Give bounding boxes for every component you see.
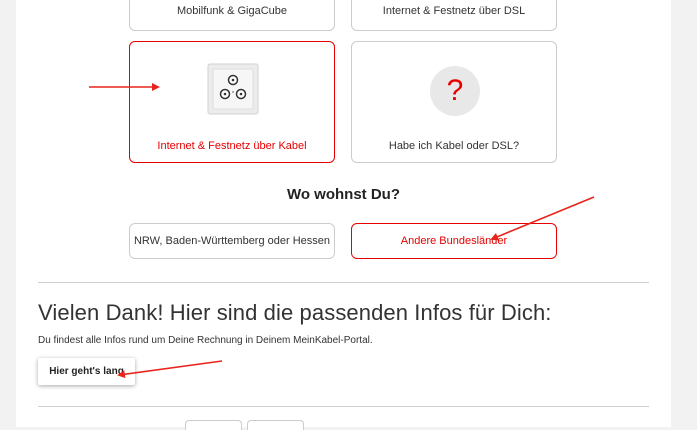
option-mobilfunk-gigacube[interactable]: Mobilfunk & GigaCube [129,0,335,31]
option-label: Habe ich Kabel oder DSL? [388,140,520,152]
region-option-nrw-bw-hessen[interactable]: NRW, Baden-Württemberg oder Hessen [129,223,335,259]
option-label: Andere Bundesländer [400,235,508,247]
option-internet-kabel[interactable]: Internet & Festnetz über Kabel [129,41,335,163]
region-option-andere-bundeslaender[interactable]: Andere Bundesländer [351,223,557,259]
region-heading: Wo wohnst Du? [286,186,401,203]
option-kabel-oder-dsl[interactable]: ? Habe ich Kabel oder DSL? [351,41,557,163]
result-description: Du findest alle Infos rund um Deine Rech… [38,335,373,346]
divider [38,406,649,407]
cable-socket-icon [207,63,259,115]
question-icon: ? [430,66,480,116]
partial-tab[interactable] [247,420,304,430]
option-label: Internet & Festnetz über Kabel [157,140,307,152]
result-title: Vielen Dank! Hier sind die passenden Inf… [38,300,552,325]
option-label: Internet & Festnetz über DSL [382,4,526,17]
hier-gehts-lang-button[interactable]: Hier geht's lang [38,358,135,385]
page-content: Mobilfunk & GigaCube Internet & Festnetz… [16,0,671,430]
option-internet-dsl[interactable]: Internet & Festnetz über DSL [351,0,557,31]
partial-tab[interactable] [185,420,242,430]
divider [38,282,649,283]
option-label: Mobilfunk & GigaCube [176,4,288,17]
option-label: NRW, Baden-Württemberg oder Hessen [133,235,331,247]
